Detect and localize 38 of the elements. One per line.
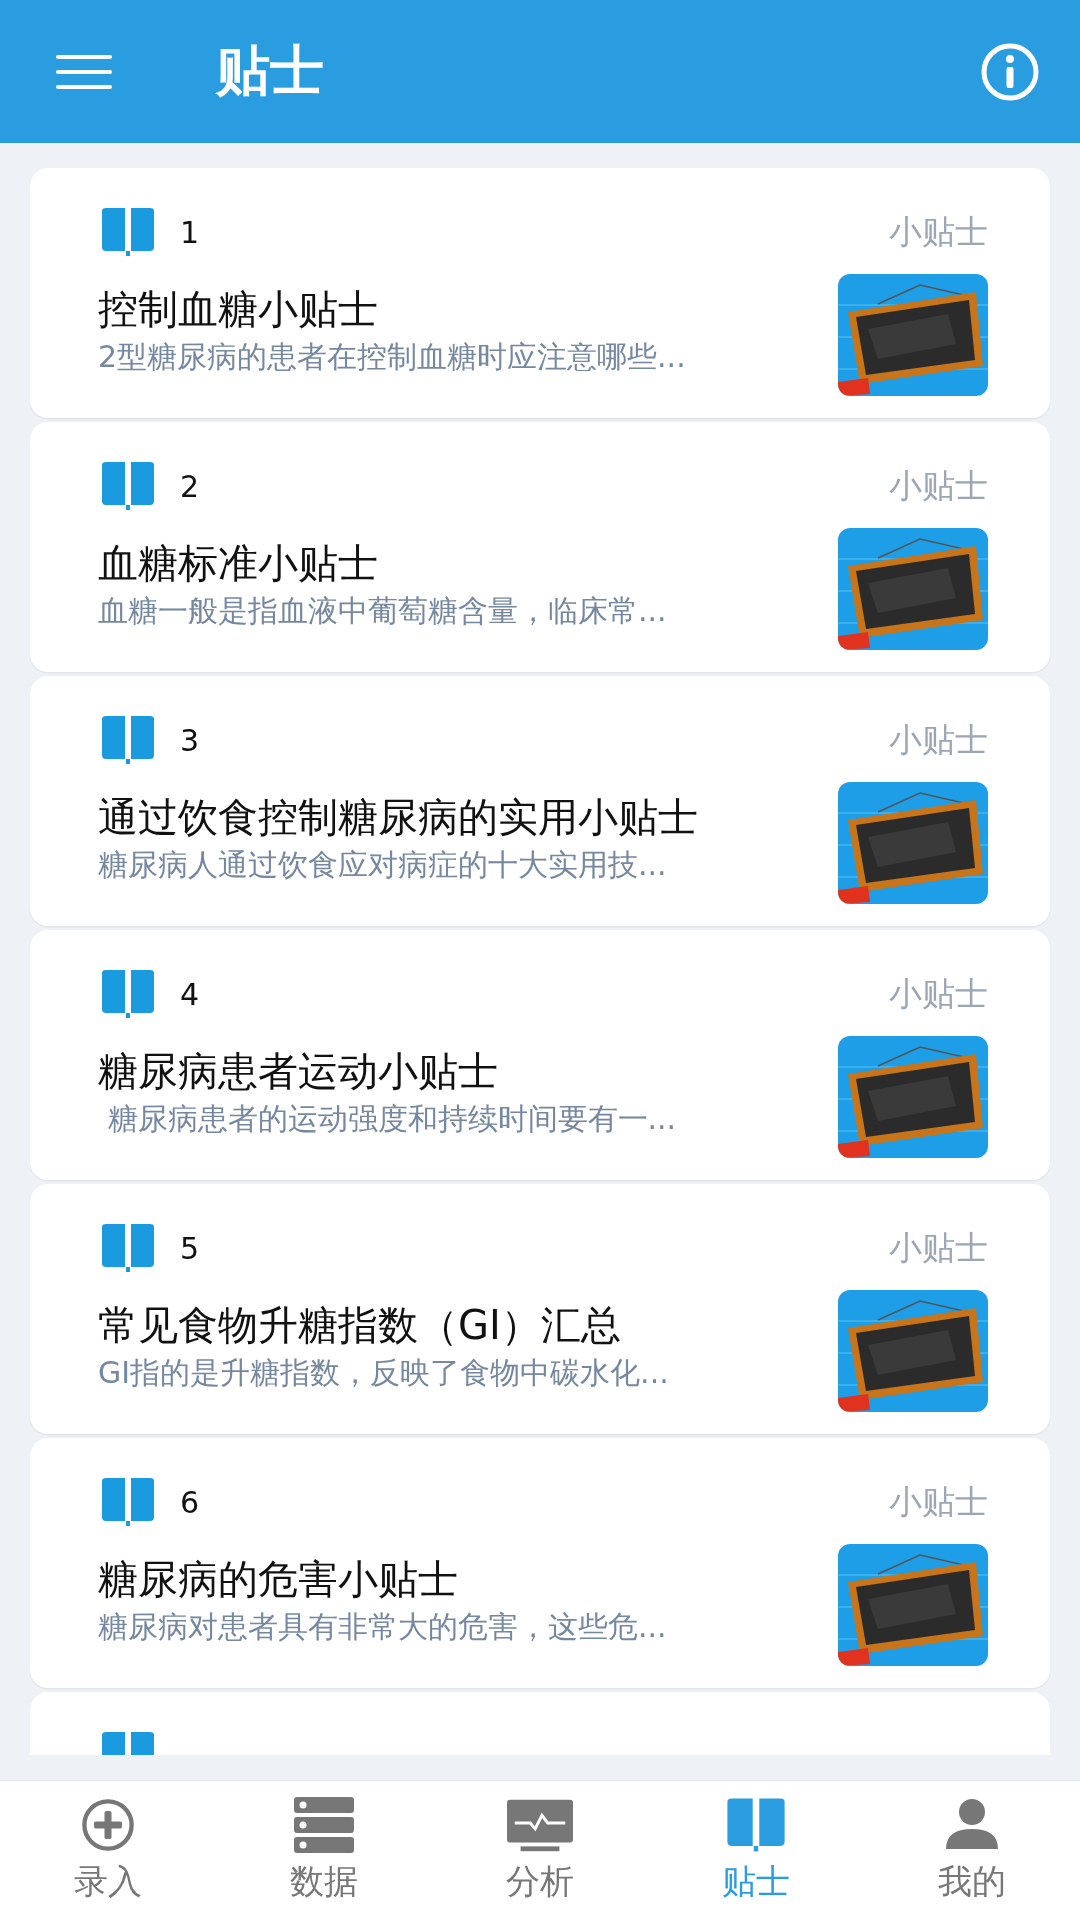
tip-title: 血糖标准小贴士 [98,539,379,587]
nav-tab[interactable]: 分析 [432,1781,648,1920]
tip-tag: 小贴士 [889,971,988,1017]
tip-card[interactable]: 6 小贴士 糖尿病的危害小贴士 糖尿病对患者具有非常大的危害，这些危... [30,1438,1050,1688]
tip-number: 6 [180,1484,201,1520]
tip-number: 1 [180,214,201,250]
tip-card[interactable]: 4 小贴士 糖尿病患者运动小贴士 糖尿病患者的运动强度和持续时间要有一... [30,930,1050,1180]
tip-card[interactable]: 5 小贴士 常见食物升糖指数（GI）汇总 GI指的是升糖指数，反映了食物中碳水化... [30,1184,1050,1434]
tip-number: 5 [180,1230,201,1266]
nav-tab[interactable]: 录入 [0,1781,216,1920]
tip-summary: 糖尿病对患者具有非常大的危害，这些危... [98,1608,668,1646]
tip-title: 糖尿病患者运动小贴士 [98,1047,499,1095]
tip-summary: 糖尿病患者的运动强度和持续时间要有一... [106,1100,678,1138]
server-icon [291,1796,357,1853]
tip-title: 通过饮食控制糖尿病的实用小贴士 [98,793,699,841]
tip-title: 控制血糖小贴士 [98,285,379,333]
tip-summary: GI指的是升糖指数，反映了食物中碳水化... [98,1354,670,1392]
tip-card[interactable]: 3 小贴士 通过饮食控制糖尿病的实用小贴士 糖尿病人通过饮食应对病症的十大实用技... [30,676,1050,926]
tip-tag: 小贴士 [889,717,988,763]
tip-tag: 小贴士 [889,463,988,509]
tip-summary: 2型糖尿病的患者在控制血糖时应注意哪些... [98,338,687,376]
nav-tab[interactable]: 我的 [864,1781,1080,1920]
nav-tab[interactable]: 数据 [216,1781,432,1920]
tip-card[interactable]: 1 小贴士 控制血糖小贴士 2型糖尿病的患者在控制血糖时应注意哪些... [30,168,1050,418]
page-title: 贴士 [216,38,325,104]
info-icon[interactable] [980,41,1040,102]
menu-icon[interactable] [56,54,112,89]
tip-tag: 小贴士 [889,1479,988,1525]
tip-number: 2 [180,468,201,504]
tip-title: 常见食物升糖指数（GI）汇总 [98,1301,622,1349]
tip-number: 4 [180,976,201,1012]
tip-summary: 血糖一般是指血液中葡萄糖含量，临床常... [98,592,668,630]
tip-number: 3 [180,722,201,758]
tip-tag: 小贴士 [889,209,988,255]
tip-tag: 小贴士 [889,1225,988,1271]
tip-card[interactable]: 2 小贴士 血糖标准小贴士 血糖一般是指血液中葡萄糖含量，临床常... [30,422,1050,672]
tip-summary: 糖尿病人通过饮食应对病症的十大实用技... [98,846,668,884]
tip-title: 糖尿病的危害小贴士 [98,1555,459,1603]
